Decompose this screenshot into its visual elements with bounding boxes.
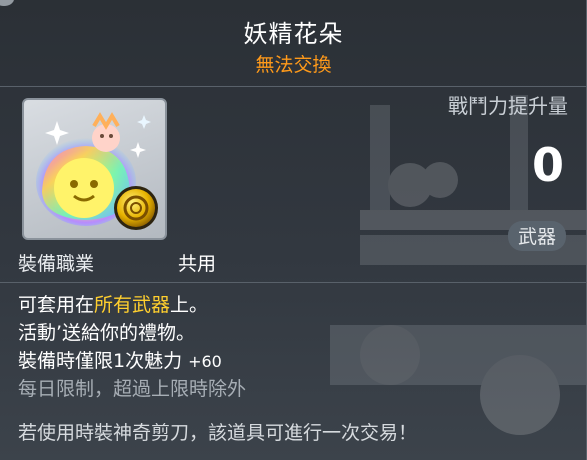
charm-limit-text: 裝備時僅限1次魅力 — [18, 350, 183, 372]
power-increase-value: 0 — [531, 138, 564, 192]
equip-job-label: 裝備職業 — [18, 253, 95, 275]
corner-decoration — [0, 0, 14, 6]
item-type-badge: 武器 — [507, 221, 566, 251]
description-line-1: 可套用在所有武器上。 — [18, 290, 208, 317]
item-name: 妖精花朵 — [243, 20, 344, 48]
description-line-3: 裝備時僅限1次魅力 +60 — [18, 346, 222, 373]
item-icon-frame — [22, 98, 167, 240]
description-divider — [0, 282, 586, 283]
power-increase-label: 戰鬥力提升量 — [448, 94, 568, 118]
charm-bonus: +60 — [188, 352, 222, 371]
description-highlight: 所有武器 — [94, 294, 171, 316]
description-line-2: 活動’送給你的禮物。 — [18, 322, 196, 344]
trade-status: 無法交換 — [255, 54, 332, 76]
item-tooltip: 妖精花朵 無法交換 戰鬥力提升量 0 武器 裝備職業 共用 可套用在所有武器上。… — [0, 0, 587, 460]
equip-job-value: 共用 — [178, 253, 217, 275]
description-line-1-prefix: 可套用在 — [18, 294, 95, 316]
description-line-5: 若使用時裝神奇剪刀，該道具可進行一次交易！ — [18, 422, 418, 444]
description-line-1-suffix: 上。 — [170, 294, 209, 316]
header-divider — [0, 86, 586, 87]
fairy-flower-icon — [36, 112, 158, 230]
description-line-4: 每日限制，超過上限時除外 — [18, 378, 247, 400]
